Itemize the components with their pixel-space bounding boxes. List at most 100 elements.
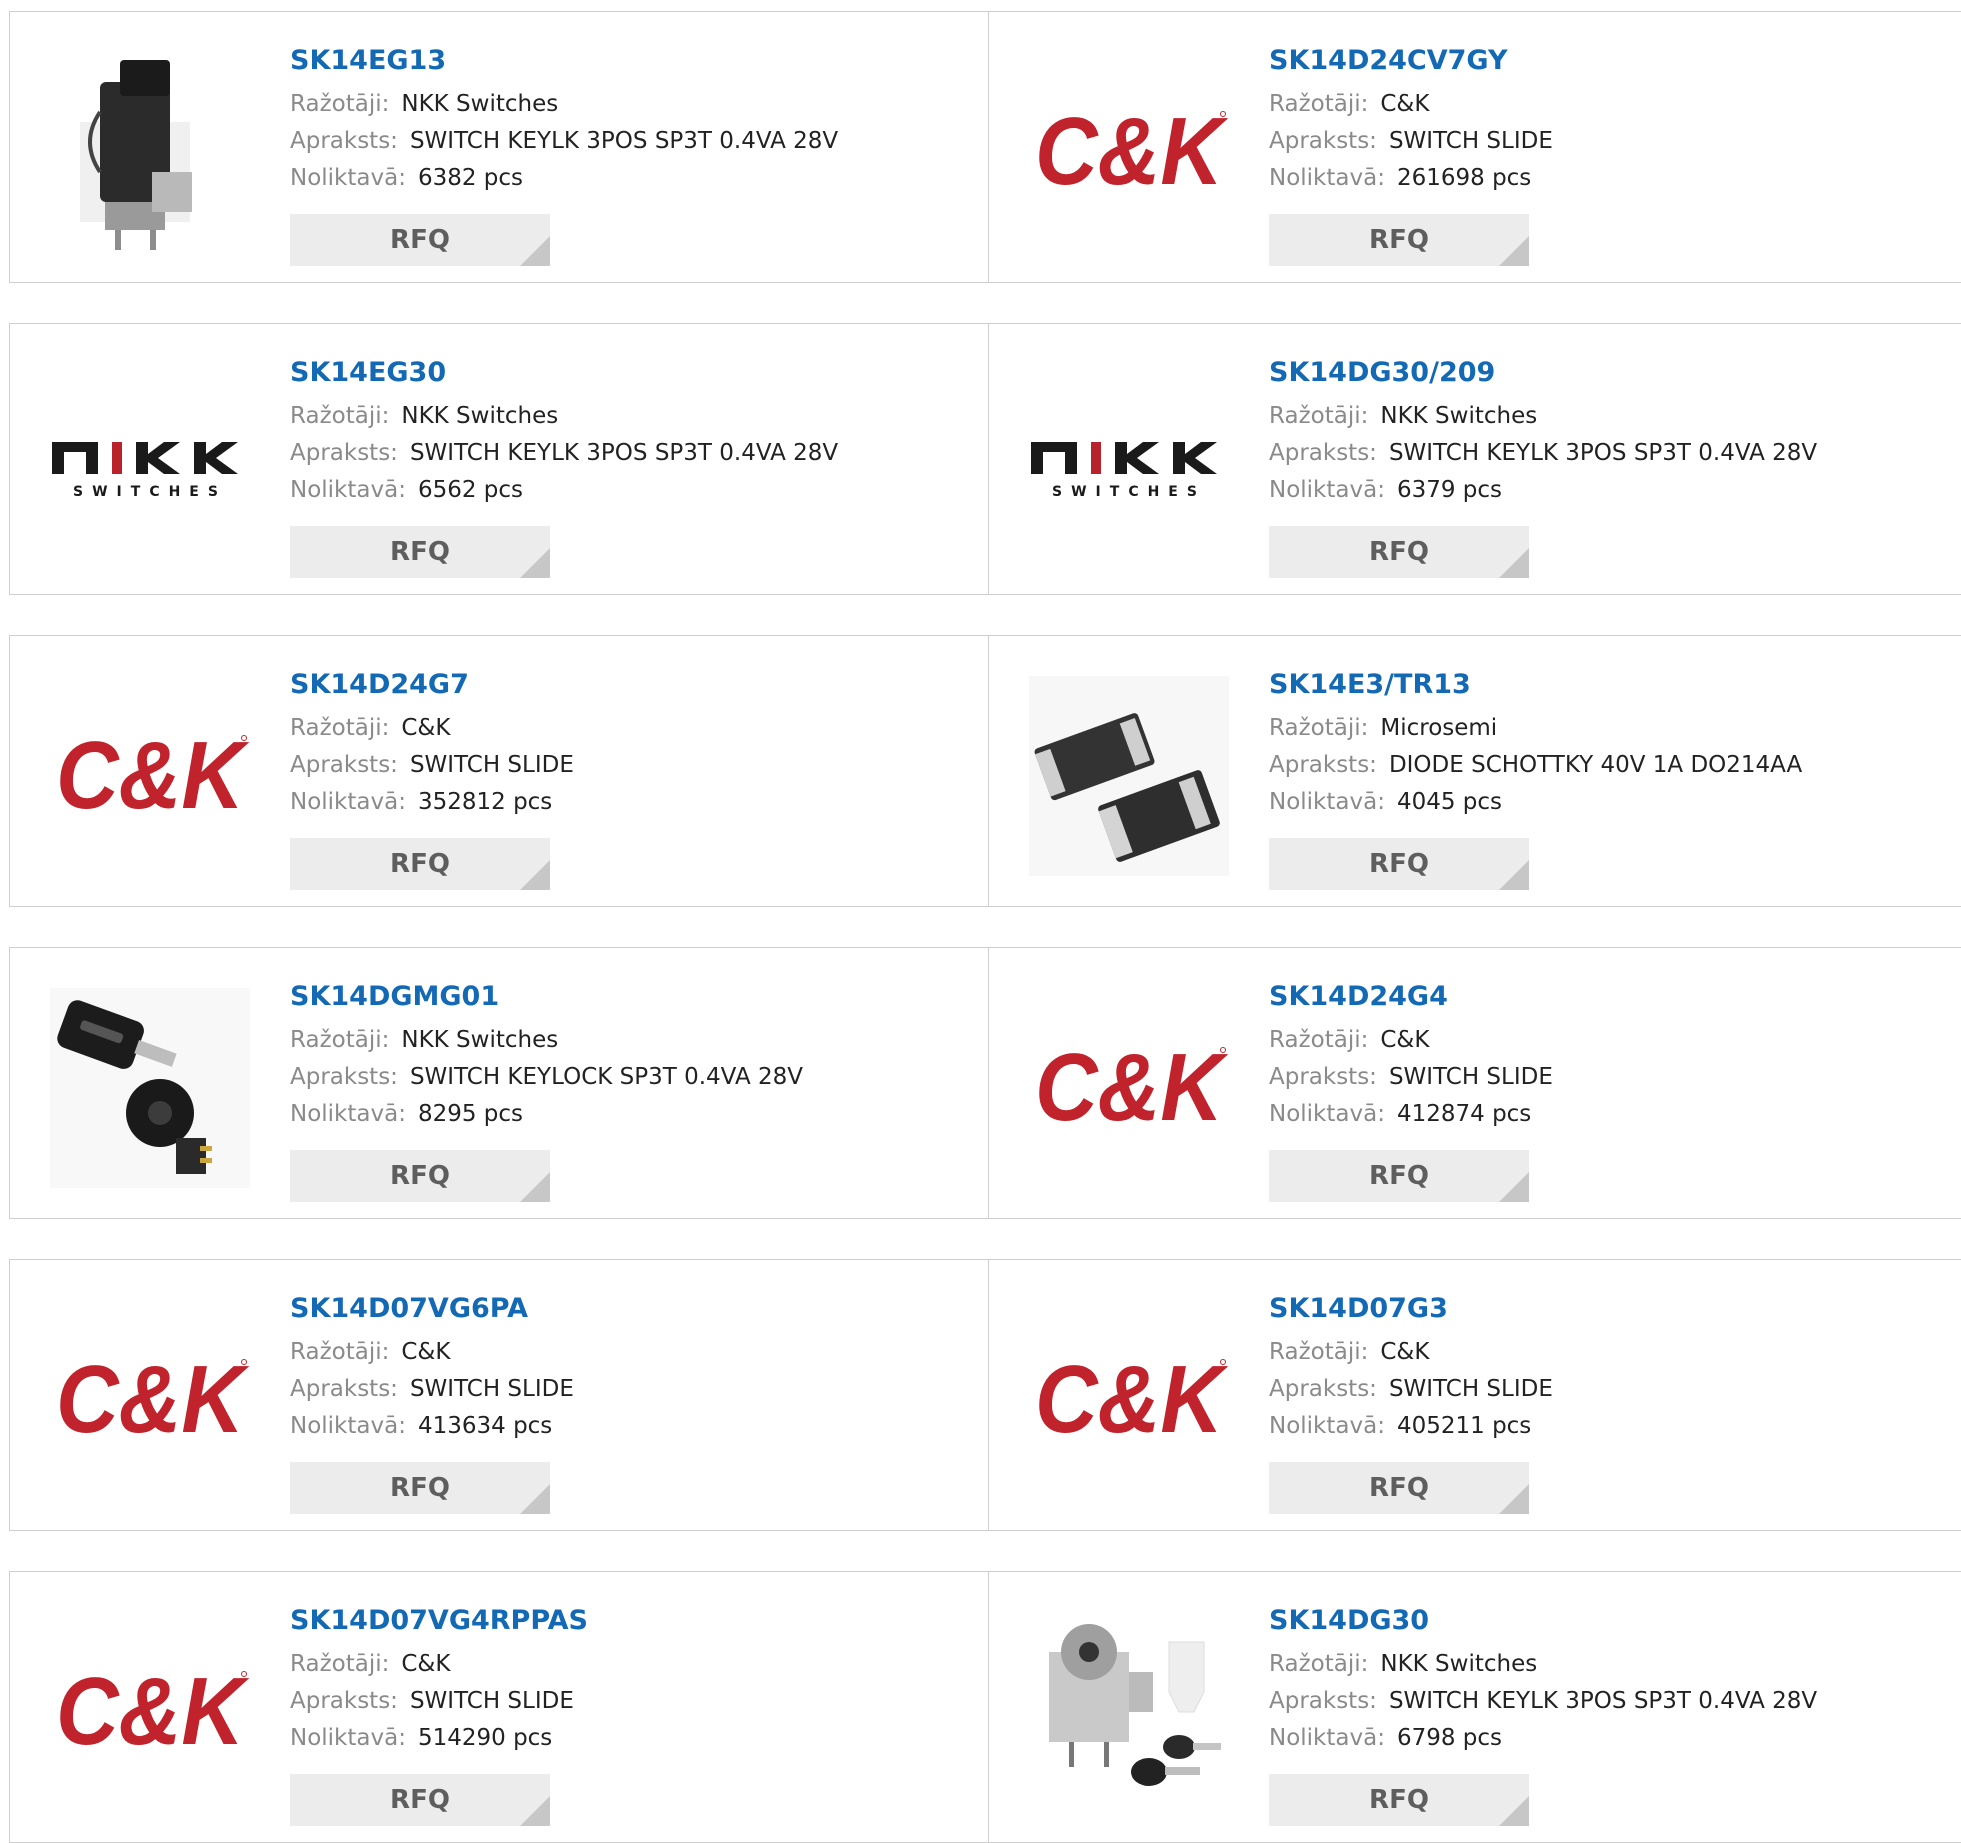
manufacturer-row: Ražotāji: NKK Switches [1269,398,1817,435]
rfq-button[interactable]: RFQ [290,526,550,578]
description-label: Apraksts: [290,440,398,466]
stock-label: Noliktavā: [1269,165,1385,191]
rfq-button[interactable]: RFQ [1269,1462,1529,1514]
rfq-button[interactable]: RFQ [1269,838,1529,890]
description-value: SWITCH SLIDE [1388,128,1553,154]
manufacturer-value: NKK Switches [401,91,559,117]
corner-triangle-icon [520,236,550,266]
manufacturer-label: Ražotāji: [290,91,390,117]
manufacturer-row: Ražotāji: NKK Switches [290,86,838,123]
corner-triangle-icon [520,1172,550,1202]
rfq-label: RFQ [390,1473,450,1503]
product-image[interactable]: SWITCHES [50,364,250,564]
stock-value: 6379 pcs [1396,477,1503,503]
product-image[interactable]: C&K [1029,1300,1229,1500]
part-number-link[interactable]: SK14DG30/209 [1269,354,1817,392]
description-row: Apraksts: DIODE SCHOTTKY 40V 1A DO214AA [1269,747,1802,784]
product-card: C&K SK14D07G3 Ražotāji: C&K Apraksts: SWIT… [988,1260,1961,1530]
stock-value: 514290 pcs [417,1725,553,1751]
rfq-button[interactable]: RFQ [1269,1774,1529,1826]
description-row: Apraksts: SWITCH SLIDE [1269,123,1553,160]
rfq-button[interactable]: RFQ [290,1150,550,1202]
ck-logo-icon: C&K [56,722,250,829]
description-value: DIODE SCHOTTKY 40V 1A DO214AA [1388,752,1803,778]
product-image[interactable]: C&K [50,1612,250,1812]
product-image[interactable]: C&K [50,676,250,876]
stock-row: Noliktavā: 514290 pcs [290,1720,588,1757]
stock-value: 4045 pcs [1396,789,1503,815]
product-card: SWITCHES SK14EG30 Ražotāji: NKK Switches … [10,324,988,594]
product-row: C&K SK14D07VG6PA Ražotāji: C&K Apraksts: S… [9,1259,1961,1531]
manufacturer-value: Microsemi [1380,715,1498,741]
manufacturer-label: Ražotāji: [290,1339,390,1365]
description-row: Apraksts: SWITCH SLIDE [1269,1371,1553,1408]
product-image[interactable] [50,988,250,1188]
rfq-button[interactable]: RFQ [1269,526,1529,578]
description-value: SWITCH KEYLK 3POS SP3T 0.4VA 28V [409,440,839,466]
part-number-link[interactable]: SK14D24CV7GY [1269,42,1553,80]
stock-value: 6798 pcs [1396,1725,1503,1751]
description-row: Apraksts: SWITCH KEYLK 3POS SP3T 0.4VA 28… [290,123,838,160]
manufacturer-value: NKK Switches [401,403,559,429]
part-number-link[interactable]: SK14D07VG6PA [290,1290,574,1328]
product-info: SK14DG30/209 Ražotāji: NKK Switches Aprak… [1269,354,1817,509]
description-value: SWITCH KEYLOCK SP3T 0.4VA 28V [409,1064,803,1090]
diode-icon [1029,676,1229,876]
part-number-link[interactable]: SK14DG30 [1269,1602,1817,1640]
manufacturer-value: NKK Switches [401,1027,559,1053]
description-value: SWITCH SLIDE [1388,1376,1553,1402]
part-number-link[interactable]: SK14EG13 [290,42,838,80]
manufacturer-label: Ražotāji: [1269,1651,1369,1677]
product-card: C&K SK14D07VG6PA Ražotāji: C&K Apraksts: S… [10,1260,988,1530]
rfq-button[interactable]: RFQ [290,214,550,266]
product-image[interactable] [50,52,250,252]
keylock-kit-icon [1049,1624,1221,1786]
manufacturer-row: Ražotāji: C&K [1269,86,1553,123]
rfq-label: RFQ [390,849,450,879]
manufacturer-row: Ražotāji: NKK Switches [290,1022,803,1059]
description-value: SWITCH SLIDE [409,1376,574,1402]
product-row: SWITCHES SK14EG30 Ražotāji: NKK Switches … [9,323,1961,595]
rfq-button[interactable]: RFQ [1269,1150,1529,1202]
product-image[interactable]: SWITCHES [1029,364,1229,564]
manufacturer-label: Ražotāji: [1269,91,1369,117]
part-number-link[interactable]: SK14D07G3 [1269,1290,1553,1328]
part-number-link[interactable]: SK14E3/TR13 [1269,666,1802,704]
description-row: Apraksts: SWITCH KEYLK 3POS SP3T 0.4VA 28… [1269,435,1817,472]
part-number-link[interactable]: SK14EG30 [290,354,838,392]
ck-logo-icon: C&K [56,1658,250,1765]
manufacturer-value: C&K [1380,1027,1430,1053]
corner-triangle-icon [1499,548,1529,578]
part-number-link[interactable]: SK14D07VG4RPPAS [290,1602,588,1640]
stock-value: 405211 pcs [1396,1413,1532,1439]
stock-label: Noliktavā: [290,1725,406,1751]
rfq-label: RFQ [1369,225,1429,255]
rfq-button[interactable]: RFQ [290,1774,550,1826]
stock-row: Noliktavā: 412874 pcs [1269,1096,1553,1133]
product-image[interactable]: C&K [1029,988,1229,1188]
rfq-button[interactable]: RFQ [290,1462,550,1514]
corner-triangle-icon [520,1484,550,1514]
part-number-link[interactable]: SK14D24G7 [290,666,574,704]
manufacturer-label: Ražotāji: [290,403,390,429]
rfq-button[interactable]: RFQ [290,838,550,890]
manufacturer-value: NKK Switches [1380,403,1538,429]
ck-logo-icon: C&K [1035,1034,1229,1141]
product-card: C&K SK14D24CV7GY Ražotāji: C&K Apraksts: S… [988,12,1961,282]
stock-value: 6562 pcs [417,477,524,503]
product-image[interactable] [1029,676,1229,876]
product-info: SK14D07VG6PA Ražotāji: C&K Apraksts: SWITC… [290,1290,574,1445]
svg-text:C&K: C&K [56,722,250,829]
product-card: SK14DG30 Ražotāji: NKK Switches Apraksts:… [988,1572,1961,1842]
part-number-link[interactable]: SK14D24G4 [1269,978,1553,1016]
stock-row: Noliktavā: 6382 pcs [290,160,838,197]
product-image[interactable] [1029,1612,1229,1812]
product-image[interactable]: C&K [50,1300,250,1500]
part-number-link[interactable]: SK14DGMG01 [290,978,803,1016]
rfq-button[interactable]: RFQ [1269,214,1529,266]
description-label: Apraksts: [290,752,398,778]
product-image[interactable]: C&K [1029,52,1229,252]
stock-value: 6382 pcs [417,165,524,191]
rfq-label: RFQ [1369,537,1429,567]
manufacturer-label: Ražotāji: [1269,715,1369,741]
